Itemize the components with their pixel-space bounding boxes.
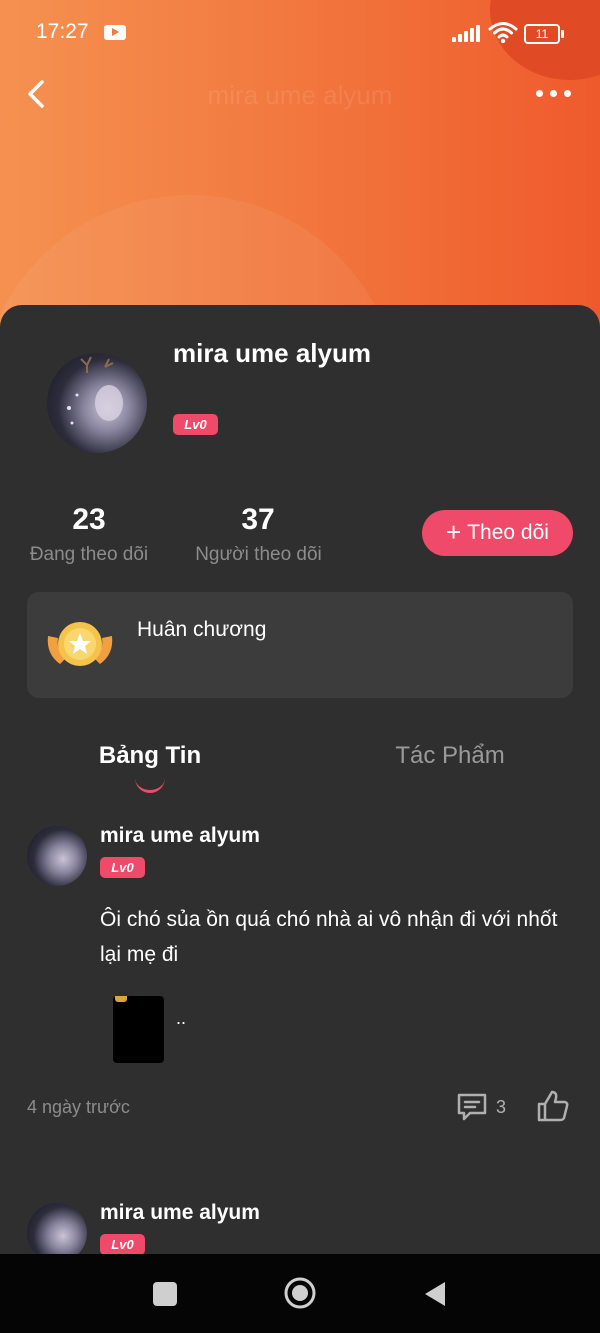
home-icon[interactable]: [284, 1277, 316, 1309]
cellular-signal-icon: [452, 24, 482, 42]
battery-icon: 11: [524, 24, 564, 44]
follow-button-label: Theo dõi: [467, 521, 549, 544]
more-options-icon[interactable]: [536, 90, 572, 100]
back-arrow-icon[interactable]: [22, 78, 54, 110]
medal-label: Huân chương: [137, 618, 267, 641]
post-author-name[interactable]: mira ume alyum: [100, 824, 260, 848]
post-timestamp: 4 ngày trước: [27, 1097, 130, 1117]
following-count[interactable]: 23: [39, 503, 139, 537]
post-attachment-caption: ..: [176, 1008, 187, 1028]
plus-icon: +: [446, 517, 462, 547]
profile-avatar[interactable]: [47, 353, 147, 453]
post-author-avatar[interactable]: [27, 826, 87, 886]
system-back-icon[interactable]: [423, 1280, 447, 1308]
page-title: mira ume alyum: [207, 80, 393, 110]
post-text[interactable]: Ôi chó sủa ồn quá chó nhà ai vô nhận đi …: [100, 902, 570, 972]
following-label[interactable]: Đang theo dõi: [14, 544, 164, 566]
followers-count[interactable]: 37: [208, 503, 308, 537]
comment-count: 3: [496, 1097, 507, 1117]
youtube-notification-icon: [104, 25, 126, 40]
followers-label[interactable]: Người theo dõi: [180, 544, 337, 566]
like-icon[interactable]: [536, 1089, 570, 1123]
wifi-icon: [488, 22, 518, 44]
post-attachment-thumbnail[interactable]: [113, 996, 164, 1063]
follow-button[interactable]: + Theo dõi: [422, 510, 573, 556]
status-bar: 17:27 11: [0, 0, 600, 64]
profile-name: mira ume alyum: [173, 338, 371, 368]
medal-icon: [47, 622, 113, 666]
post-author-name[interactable]: mira ume alyum: [100, 1201, 260, 1225]
recent-apps-icon[interactable]: [153, 1282, 177, 1306]
post-level-badge: Lv0: [100, 857, 145, 878]
status-time: 17:27: [36, 20, 89, 43]
tab-tac-pham[interactable]: Tác Phẩm: [390, 742, 510, 770]
tab-bang-tin[interactable]: Bảng Tin: [90, 742, 210, 770]
comment-icon[interactable]: [456, 1092, 488, 1122]
level-badge: Lv0: [173, 414, 218, 435]
post-level-badge: Lv0: [100, 1234, 145, 1255]
